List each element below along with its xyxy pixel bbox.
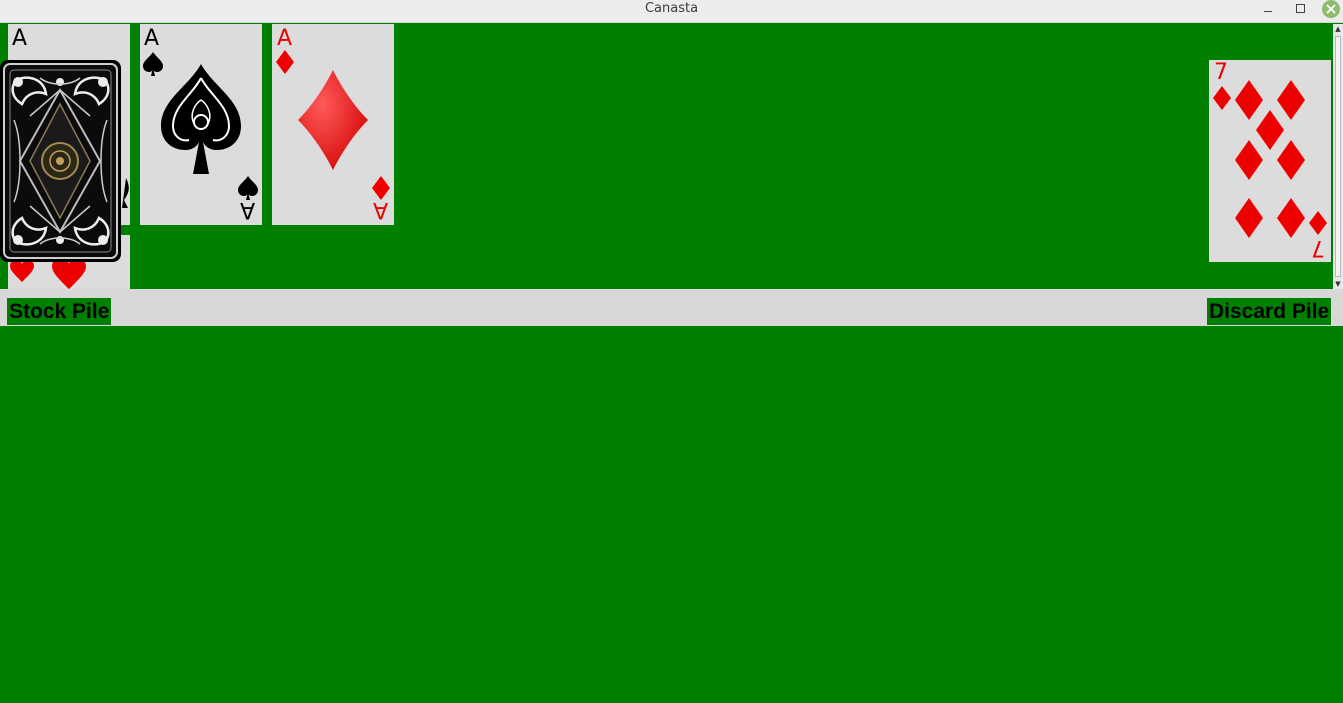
card-ace-of-diamonds[interactable]: A A — [272, 24, 394, 225]
discard-pile-label: Discard Pile — [1207, 298, 1332, 325]
card-rank: A — [144, 26, 160, 51]
ornate-spade-icon — [161, 64, 241, 174]
diamond-suit-icon — [1309, 211, 1327, 235]
vertical-scrollbar[interactable]: ▲ ▼ — [1333, 24, 1343, 289]
scroll-up-icon[interactable]: ▲ — [1333, 24, 1343, 34]
discard-pile-top-card[interactable]: 7 7 — [1209, 60, 1331, 262]
card-rank-inverted: 7 — [1311, 235, 1325, 260]
diamond-suit-icon — [298, 70, 368, 170]
scroll-thumb[interactable] — [1335, 36, 1341, 277]
stock-pile-label: Stock Pile — [7, 298, 112, 325]
diamond-pips — [1235, 80, 1305, 238]
card-rank: A — [12, 26, 28, 51]
felt-gap — [120, 225, 132, 235]
close-icon[interactable] — [1322, 0, 1340, 18]
heart-suit-icon — [10, 260, 34, 282]
spade-suit-icon — [122, 178, 129, 208]
window-title: Canasta — [644, 1, 699, 16]
card-rank-inverted: A — [240, 197, 256, 222]
minimize-icon[interactable] — [1258, 0, 1278, 17]
window-titlebar: Canasta — [0, 0, 1343, 23]
heart-suit-icon — [52, 258, 86, 290]
scroll-down-icon[interactable]: ▼ — [1333, 279, 1343, 289]
maximize-icon[interactable] — [1290, 0, 1310, 17]
spade-suit-icon — [143, 52, 163, 76]
stock-pile-card-back[interactable] — [0, 60, 121, 262]
pile-label-bar — [0, 289, 1343, 326]
ornate-card-back-pattern — [3, 63, 118, 259]
diamond-suit-icon — [276, 50, 294, 74]
card-rank-inverted: A — [373, 197, 389, 222]
card-rank: A — [277, 26, 293, 51]
card-ace-of-spades[interactable]: A A — [140, 24, 262, 225]
player-table-area — [0, 326, 1343, 703]
